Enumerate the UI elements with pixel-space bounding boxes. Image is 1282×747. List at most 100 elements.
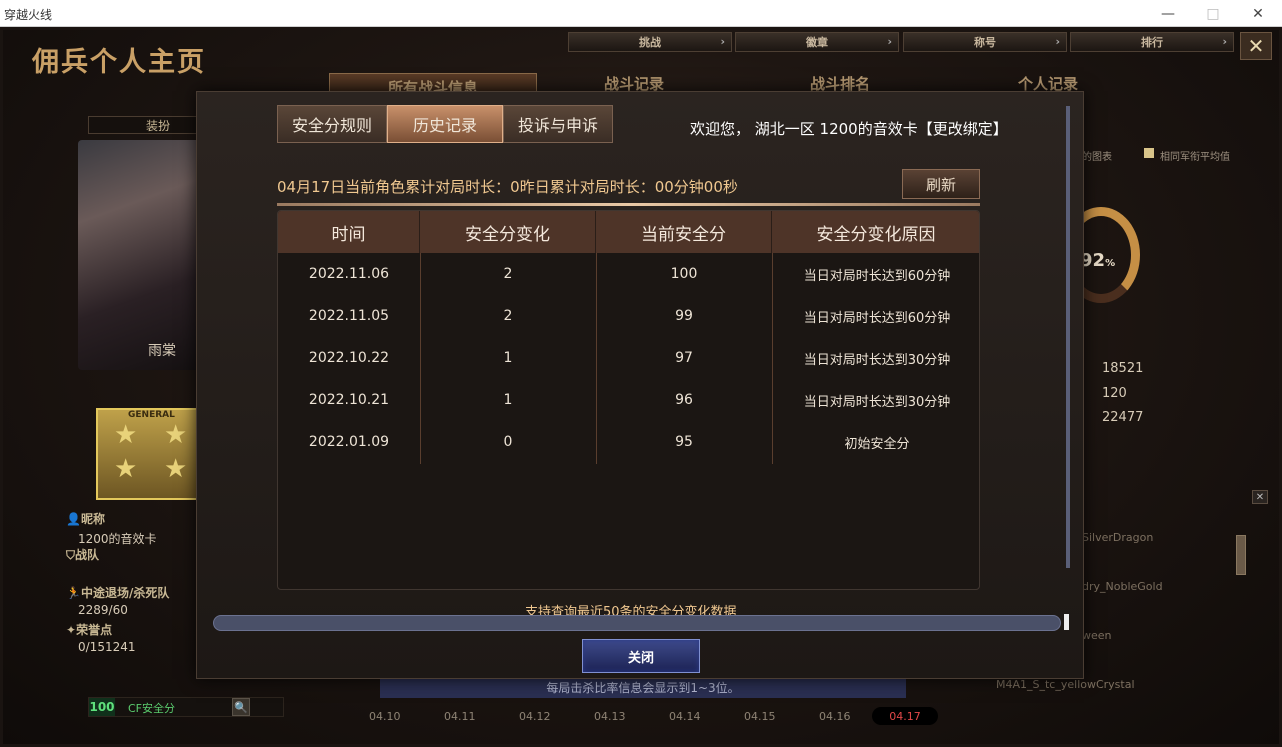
cell-change: 2 bbox=[503, 266, 513, 282]
nickname-label: 👤昵称 bbox=[66, 510, 105, 527]
character-portrait bbox=[78, 140, 208, 370]
window-titlebar: 穿越火线 — □ ✕ bbox=[0, 0, 1282, 27]
badge-text: GENERAL bbox=[128, 410, 175, 420]
horizontal-scrollbar[interactable] bbox=[213, 615, 1061, 631]
close-icon[interactable]: ✕ bbox=[1252, 490, 1268, 504]
cell-current: 97 bbox=[675, 350, 693, 366]
shield-icon: ⛉ bbox=[66, 548, 76, 562]
welcome-text[interactable]: 欢迎您， 湖北一区 1200的音效卡【更改绑定】 bbox=[690, 118, 1008, 139]
ratio-value: 92% bbox=[1080, 250, 1115, 271]
table-row: 2022.11.06 2 100 当日对局时长达到60分钟 bbox=[278, 253, 979, 295]
cell-change: 1 bbox=[503, 350, 513, 366]
date-tab[interactable]: 04.15 bbox=[744, 710, 776, 723]
date-tab[interactable]: 04.11 bbox=[444, 710, 476, 723]
legend-average: 相同军衔平均值 bbox=[1160, 152, 1230, 163]
maximize-button[interactable]: □ bbox=[1190, 0, 1236, 27]
weapon-item[interactable]: M4A1_S_tc_yellowCrystal bbox=[996, 678, 1135, 691]
rank-badge: GENERAL ★ ★ ★ ★ bbox=[96, 408, 200, 500]
safety-score-value: 100 bbox=[89, 698, 115, 716]
runner-icon: 🏃 bbox=[66, 586, 81, 600]
date-tab[interactable]: 04.16 bbox=[819, 710, 851, 723]
vertical-scrollbar[interactable] bbox=[1066, 106, 1070, 568]
cell-reason: 初始安全分 bbox=[844, 436, 910, 452]
weapon-item[interactable]: SilverDragon bbox=[1082, 531, 1153, 544]
star-icon: ★ bbox=[114, 454, 138, 484]
safety-score-bar bbox=[88, 697, 284, 717]
stat-value: 22477 bbox=[1102, 410, 1144, 425]
duration-text: 04月17日当前角色累计对局时长：0昨日累计对局时长：00分钟00秒 bbox=[277, 176, 738, 197]
star-icon: ★ bbox=[164, 454, 188, 484]
chevron-right-icon: › bbox=[1222, 35, 1227, 48]
cell-reason: 当日对局时长达到60分钟 bbox=[803, 310, 951, 326]
star-icon: ★ bbox=[164, 420, 188, 450]
cell-change: 0 bbox=[503, 434, 513, 450]
table-row: 2022.10.22 1 97 当日对局时长达到30分钟 bbox=[278, 337, 979, 379]
window-close-button[interactable]: ✕ bbox=[1235, 0, 1281, 27]
table-row: 2022.01.09 0 95 初始安全分 bbox=[278, 421, 979, 463]
safety-score-label[interactable]: CF安全分 bbox=[128, 700, 175, 716]
tab-safety-rules[interactable]: 安全分规则 bbox=[277, 105, 387, 143]
nickname-label-text: 昵称 bbox=[80, 512, 105, 526]
legend-chart: 的图表 bbox=[1082, 152, 1112, 163]
date-tab[interactable]: 04.13 bbox=[594, 710, 626, 723]
tab-complaint-appeal[interactable]: 投诉与申诉 bbox=[503, 105, 613, 143]
history-table: 时间 安全分变化 当前安全分 安全分变化原因 2022.11.06 2 100 … bbox=[277, 210, 980, 590]
cell-current: 100 bbox=[670, 266, 698, 282]
weapon-item[interactable]: ween bbox=[1082, 629, 1112, 642]
window-title: 穿越火线 bbox=[4, 8, 53, 22]
nickname-value: 1200的音效卡 bbox=[78, 532, 157, 546]
cell-time: 2022.11.06 bbox=[308, 266, 390, 282]
cell-current: 96 bbox=[675, 392, 693, 408]
stat-value: 18521 bbox=[1102, 361, 1144, 376]
column-header: 安全分变化 bbox=[420, 211, 596, 253]
escape-value: 2289/60 bbox=[78, 603, 128, 617]
page-title: 佣兵个人主页 bbox=[32, 47, 206, 78]
nav-challenge-button[interactable]: 挑战 › bbox=[568, 32, 732, 52]
tab-history[interactable]: 历史记录 bbox=[387, 105, 503, 143]
date-tab[interactable]: 04.14 bbox=[669, 710, 701, 723]
cell-time: 2022.10.21 bbox=[308, 392, 390, 408]
chevron-right-icon: › bbox=[720, 35, 725, 48]
clan-label: ⛉战队 bbox=[66, 546, 99, 563]
stat-value: 120 bbox=[1102, 386, 1127, 401]
column-header: 安全分变化原因 bbox=[772, 211, 979, 253]
scrollbar-thumb[interactable] bbox=[1064, 614, 1069, 630]
star-icon: ★ bbox=[114, 420, 138, 450]
chevron-right-icon: › bbox=[1055, 35, 1060, 48]
cell-change: 1 bbox=[503, 392, 513, 408]
cell-time: 2022.10.22 bbox=[308, 350, 390, 366]
divider bbox=[277, 203, 980, 206]
nav-badge-button[interactable]: 徽章 › bbox=[735, 32, 899, 52]
cell-time: 2022.01.09 bbox=[308, 434, 390, 450]
character-name: 雨棠 bbox=[148, 343, 176, 359]
table-row: 2022.10.21 1 96 当日对局时长达到30分钟 bbox=[278, 379, 979, 421]
close-icon[interactable]: ✕ bbox=[1240, 32, 1272, 60]
cell-change: 2 bbox=[503, 308, 513, 324]
nav-rank-button[interactable]: 排行 › bbox=[1070, 32, 1234, 52]
refresh-button[interactable]: 刷新 bbox=[902, 169, 980, 199]
bottom-hint: 每局击杀比率信息会显示到1~3位。 bbox=[380, 676, 906, 698]
honor-label-text: 荣誉点 bbox=[76, 623, 113, 637]
chevron-right-icon: › bbox=[887, 35, 892, 48]
column-header: 时间 bbox=[278, 211, 420, 253]
escape-label-text: 中途退场/杀死队 bbox=[80, 586, 170, 600]
cell-reason: 当日对局时长达到60分钟 bbox=[803, 268, 951, 284]
minimize-button[interactable]: — bbox=[1145, 0, 1191, 27]
nav-title-button[interactable]: 称号 › bbox=[903, 32, 1067, 52]
ratio-unit: % bbox=[1105, 258, 1116, 269]
honor-icon: ✦ bbox=[66, 623, 77, 637]
search-icon[interactable]: 🔍 bbox=[232, 698, 250, 716]
close-button[interactable]: 关闭 bbox=[582, 639, 700, 673]
nav-label: 排行 bbox=[1141, 36, 1163, 49]
weapon-list-scrollbar[interactable] bbox=[1236, 535, 1246, 575]
cell-reason: 当日对局时长达到30分钟 bbox=[803, 352, 951, 368]
escape-label: 🏃中途退场/杀死队 bbox=[66, 584, 169, 601]
weapon-item[interactable]: dry_NobleGold bbox=[1082, 580, 1163, 593]
honor-label: ✦荣誉点 bbox=[66, 621, 112, 638]
date-tab[interactable]: 04.10 bbox=[369, 710, 401, 723]
user-icon: 👤 bbox=[66, 512, 81, 526]
date-tab[interactable]: 04.12 bbox=[519, 710, 551, 723]
nav-label: 挑战 bbox=[639, 36, 661, 49]
date-tab-active[interactable]: 04.17 bbox=[872, 707, 938, 725]
duration-label: 04月17日当前角色累计对局时长：0昨日累计对局时长：00分钟00秒 bbox=[277, 178, 738, 196]
